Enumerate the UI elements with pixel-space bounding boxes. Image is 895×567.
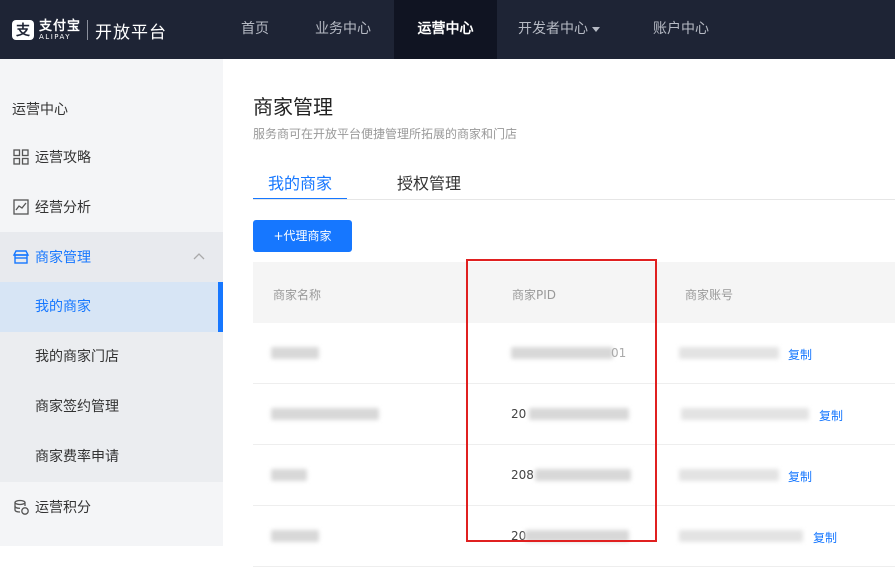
nav-developer-label: 开发者中心 xyxy=(518,21,588,37)
nav-account-center[interactable]: 账户中心 xyxy=(636,0,726,59)
nav-operations-center[interactable]: 运营中心 xyxy=(394,0,497,59)
merchant-pid-prefix: 20 xyxy=(511,529,527,543)
tab-divider xyxy=(253,199,895,200)
sidebar-item-label: 商家管理 xyxy=(35,250,91,266)
table-row: 20 复制 xyxy=(253,506,895,567)
copy-account-link[interactable]: 复制 xyxy=(788,346,812,363)
logo-en-text: ALIPAY xyxy=(39,32,72,41)
table-header: 商家名称 商家PID 商家账号 xyxy=(253,262,895,323)
table-row: 208 复制 xyxy=(253,445,895,506)
column-header-pid: 商家PID xyxy=(512,288,557,302)
sidebar-item-label: 运营积分 xyxy=(35,500,91,516)
merchant-account-redacted xyxy=(681,408,809,420)
platform-name: 开放平台 xyxy=(95,22,168,43)
sidebar: 运营中心 运营攻略 经营分析 商家管理 我的商家 我的商家门店 商家签约管理 商… xyxy=(0,59,223,546)
sidebar-item-my-merchants[interactable]: 我的商家 xyxy=(0,282,223,332)
alipay-logo-icon: 支 xyxy=(12,20,34,40)
merchant-pid-prefix: 20 xyxy=(511,407,527,421)
page-subtitle: 服务商可在开放平台便捷管理所拓展的商家和门店 xyxy=(253,127,518,141)
nav-business-center[interactable]: 业务中心 xyxy=(300,0,386,59)
merchant-pid-redacted xyxy=(529,408,629,420)
nav-home[interactable]: 首页 xyxy=(220,0,290,59)
line-chart-icon xyxy=(12,198,30,216)
sidebar-item-my-stores[interactable]: 我的商家门店 xyxy=(0,332,223,382)
tab-authorization[interactable]: 授权管理 xyxy=(397,170,461,200)
table-row: 01 复制 xyxy=(253,323,895,384)
chevron-up-icon[interactable] xyxy=(193,252,205,260)
copy-account-link[interactable]: 复制 xyxy=(788,468,812,485)
merchant-name-redacted xyxy=(271,469,307,481)
merchant-account-redacted xyxy=(679,469,779,481)
sidebar-item-merchant-management[interactable]: 商家管理 xyxy=(0,232,223,282)
chevron-down-icon xyxy=(592,26,600,32)
nav-developer-center[interactable]: 开发者中心 xyxy=(505,0,613,59)
merchant-pid-redacted xyxy=(525,530,629,542)
merchant-name-redacted xyxy=(271,530,319,542)
sidebar-item-contract-management[interactable]: 商家签约管理 xyxy=(0,382,223,432)
alipay-logo[interactable]: 支 支付宝 ALIPAY 开放平台 xyxy=(11,17,167,43)
store-icon xyxy=(12,248,30,266)
merchant-pid-redacted xyxy=(535,469,631,481)
logo-cn-text: 支付宝 xyxy=(39,18,82,34)
merchant-account-redacted xyxy=(679,530,803,542)
sidebar-item-points[interactable]: 运营积分 xyxy=(0,482,223,532)
coins-icon xyxy=(12,498,30,516)
logo-divider xyxy=(87,20,89,40)
add-agent-merchant-button[interactable]: +代理商家 xyxy=(253,220,352,252)
column-header-account: 商家账号 xyxy=(685,288,734,302)
merchant-pid-tail: 01 xyxy=(611,346,627,360)
merchant-name-redacted xyxy=(271,408,379,420)
sidebar-item-fee-application[interactable]: 商家费率申请 xyxy=(0,432,223,482)
sidebar-item-label: 运营攻略 xyxy=(35,150,91,166)
merchant-pid-redacted xyxy=(511,347,613,359)
top-navbar: 支 支付宝 ALIPAY 开放平台 首页 业务中心 运营中心 开发者中心 账户中… xyxy=(0,0,895,59)
sidebar-item-label: 经营分析 xyxy=(35,200,91,216)
merchant-name-redacted xyxy=(271,347,319,359)
sidebar-item-analysis[interactable]: 经营分析 xyxy=(0,182,223,232)
grid-icon xyxy=(12,148,30,166)
sidebar-title: 运营中心 xyxy=(12,102,68,118)
column-header-name: 商家名称 xyxy=(273,288,322,302)
merchant-account-redacted xyxy=(679,347,779,359)
merchant-pid-prefix: 208 xyxy=(511,468,534,482)
table-row: 20 复制 xyxy=(253,384,895,445)
copy-account-link[interactable]: 复制 xyxy=(813,529,837,546)
sidebar-item-guide[interactable]: 运营攻略 xyxy=(0,132,223,182)
svg-text:支: 支 xyxy=(15,22,31,39)
tab-my-merchants[interactable]: 我的商家 xyxy=(253,170,347,200)
page-title: 商家管理 xyxy=(253,95,333,119)
copy-account-link[interactable]: 复制 xyxy=(819,407,843,424)
